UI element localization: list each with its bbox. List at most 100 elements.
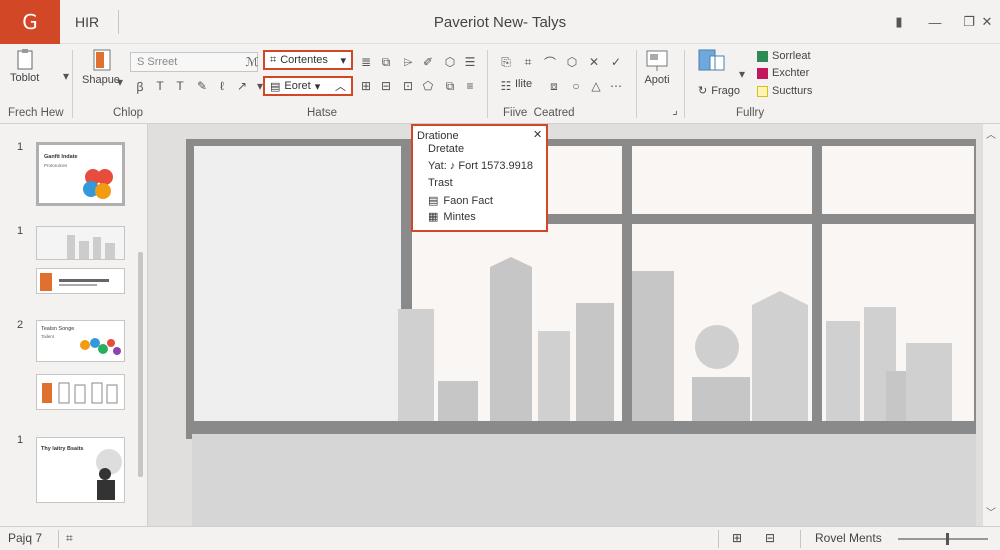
popup-item[interactable]: ▦ Mintes <box>428 210 476 224</box>
hexagon-icon[interactable]: ⬡ <box>562 52 582 72</box>
tab-hir[interactable]: HIR <box>75 14 99 30</box>
clipboard-icon <box>17 49 33 70</box>
popup-item[interactable]: Dretate <box>428 143 464 155</box>
slide-thumbnail-4[interactable]: Tealsn Songe Tailent <box>36 320 125 362</box>
tag-icon[interactable]: ⌲ <box>398 52 418 72</box>
layer-item-1[interactable]: Exchter <box>757 67 809 79</box>
slide-thumbnail-3[interactable] <box>36 268 125 294</box>
grid-icon: ▦ <box>428 211 439 223</box>
copy-icon[interactable]: ⧉ <box>376 52 396 72</box>
pentagon-icon[interactable]: ⬠ <box>418 76 438 96</box>
slide-thumbnail-6[interactable]: Thy laitry Bsaits <box>36 437 125 503</box>
vertical-scrollbar[interactable]: ︿ ﹀ <box>983 124 1000 526</box>
search-input[interactable]: S Srreet <box>130 52 258 72</box>
slide-number: 1 <box>17 434 24 446</box>
arrow-icon[interactable]: ↗ <box>232 76 252 96</box>
popup-close-icon[interactable]: ✕ <box>533 128 542 141</box>
table-icon[interactable]: ⊟ <box>376 76 396 96</box>
slides-icon[interactable]: ⧉ <box>440 76 460 96</box>
text-icon[interactable]: T <box>150 76 170 96</box>
shapes-icon <box>93 49 111 71</box>
accessibility-icon[interactable]: ⌗ <box>66 531 73 546</box>
slide-number: 2 <box>17 319 24 331</box>
list-icon[interactable]: ☰ <box>460 52 480 72</box>
shape-icon[interactable]: ⬡ <box>440 52 460 72</box>
refresh-icon: ↻ <box>698 85 708 97</box>
document-icon: ▤ <box>428 195 439 207</box>
presentation-icon <box>646 50 668 71</box>
circle-icon[interactable]: ○ <box>566 76 586 96</box>
apoti-button[interactable]: Apoti <box>643 48 671 86</box>
slide-thumbnail-5[interactable] <box>36 374 125 410</box>
page-indicator[interactable]: Pajq 7 <box>8 531 42 545</box>
group-divider <box>72 50 73 118</box>
expand-icon[interactable]: ▾ <box>56 66 76 86</box>
pin-icon[interactable]: ▮ <box>888 12 910 32</box>
view-mode-label[interactable]: Rovel Ments <box>815 531 882 545</box>
format-brush-icon[interactable]: ℳ <box>242 52 262 72</box>
diagram-thumbnail-icon <box>80 338 121 355</box>
insert-dropdown-label: Eoret <box>284 80 311 92</box>
cross-icon[interactable]: ✕ <box>584 52 604 72</box>
scroll-down-icon[interactable]: ﹀ <box>986 504 996 519</box>
edit-icon[interactable]: ✐ <box>418 52 438 72</box>
thumbnail-scrollbar[interactable] <box>138 252 143 477</box>
app-logo[interactable]: G <box>0 0 60 44</box>
content-dropdown-label: Cortentes <box>280 54 328 66</box>
normal-view-icon[interactable]: ⊞ <box>732 531 742 545</box>
slide-canvas-area <box>148 124 983 526</box>
popup-item[interactable]: Yat: ♪ Fort 1573.9918 <box>428 160 533 172</box>
group-label-fullry: Fullry <box>736 107 765 119</box>
italic-icon[interactable]: T <box>170 76 190 96</box>
popup-item[interactable]: ▤ Faon Fact <box>428 194 493 208</box>
bullet-list-icon[interactable]: ☷ <box>496 76 516 96</box>
shapes-dropdown-icon[interactable]: ▾ <box>110 72 130 92</box>
person-thumbnail-icon <box>96 449 122 500</box>
layer-swatch-icon <box>757 50 768 62</box>
paragraph-icon[interactable]: ≡ <box>460 76 480 96</box>
chevron-up-icon: ︿ <box>335 81 346 93</box>
insert-dropdown[interactable]: ▤ Eoret ▾ ︿ <box>263 76 353 96</box>
group-launcher-icon[interactable]: ⌟ <box>665 100 685 120</box>
document-icon[interactable]: ⎘ <box>496 52 516 72</box>
window-title: Paveriot New- Talys <box>433 14 567 31</box>
more-options-icon[interactable]: ⋯ <box>606 76 626 96</box>
status-divider <box>718 530 719 548</box>
checkmark-icon[interactable]: ✓ <box>606 52 626 72</box>
device-icon <box>698 49 725 71</box>
close-button[interactable]: ✕ <box>976 12 998 32</box>
layer-item-2[interactable]: Suctturs <box>757 85 812 97</box>
triangle-icon[interactable]: △ <box>586 76 606 96</box>
scroll-up-icon[interactable]: ︿ <box>986 126 996 141</box>
title-button-label: Ilite <box>515 78 533 90</box>
status-divider <box>800 530 801 548</box>
title-button[interactable]: Ilite <box>515 78 532 90</box>
lasso-icon[interactable]: ⌒ <box>540 52 560 72</box>
slide-canvas[interactable] <box>186 139 976 439</box>
slide-thumbnail-2[interactable] <box>36 226 125 260</box>
crop-icon[interactable]: ⌗ <box>518 52 538 72</box>
underline-icon[interactable]: ℓ <box>212 76 232 96</box>
calendar-icon: ▤ <box>270 80 281 93</box>
frago-link[interactable]: ↻ Frago <box>698 84 740 98</box>
city-thumbnail-icon <box>37 227 124 259</box>
content-dropdown[interactable]: ⌗ Cortentes ▾ <box>263 50 353 70</box>
slide-thumbnail-1[interactable]: Ganfit Indate Protorumes <box>36 142 125 206</box>
grid-icon[interactable]: ⊞ <box>356 76 376 96</box>
notes-pane[interactable] <box>192 434 976 526</box>
slide-number: 1 <box>17 225 24 237</box>
toblot-button[interactable]: Toblot <box>10 48 39 84</box>
frago-button[interactable] <box>696 46 730 76</box>
pen-icon[interactable]: ✎ <box>192 76 212 96</box>
popup-item[interactable]: Trast <box>428 177 453 189</box>
zoom-slider[interactable] <box>898 533 988 545</box>
layers-icon[interactable]: ⧈ <box>544 76 564 96</box>
align-icon[interactable]: ≣ <box>356 52 376 72</box>
minimize-button[interactable]: — <box>924 12 946 32</box>
zoom-slider-thumb[interactable] <box>945 533 949 545</box>
frago-dropdown-icon[interactable]: ▾ <box>732 64 752 84</box>
layer-item-0[interactable]: Sorrleat <box>757 50 811 62</box>
slide-sorter-icon[interactable]: ⊟ <box>765 531 775 545</box>
chart-icon[interactable]: ⊡ <box>398 76 418 96</box>
bold-icon[interactable]: ꞵ <box>130 76 150 96</box>
